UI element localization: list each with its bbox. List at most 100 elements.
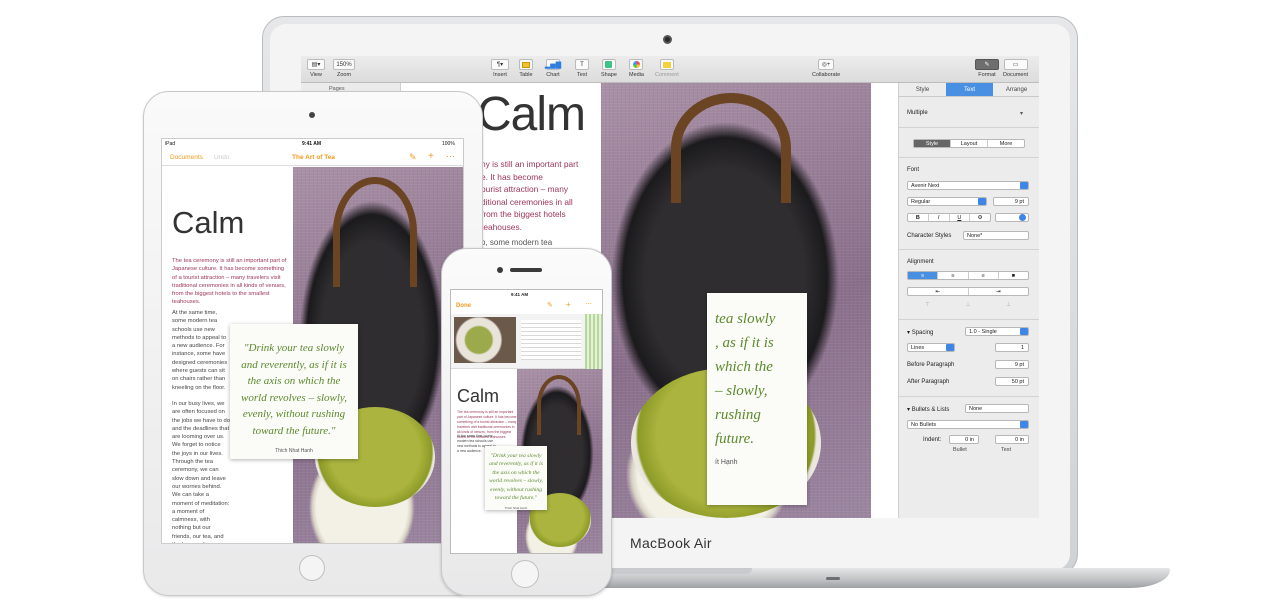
text-button[interactable]: T Text	[575, 59, 589, 78]
vertical-align-buttons: ⊤ ⊥ ⊥	[907, 302, 1029, 311]
bullet-type-select[interactable]: No Bullets	[907, 420, 1029, 429]
alignment-buttons: ≡ ≡ ≡ ■	[907, 271, 1029, 280]
tab-arrange[interactable]: Arrange	[993, 83, 1039, 96]
increase-indent-icon[interactable]: ⇥	[969, 288, 1029, 295]
align-top-icon[interactable]: ⊤	[925, 302, 930, 311]
decrease-indent-icon[interactable]: ⇤	[908, 288, 969, 295]
font-family-select[interactable]: Avenir Next	[907, 181, 1029, 190]
page-preview-strip[interactable]	[451, 314, 602, 369]
ipad-screen: iPad 9:41 AM 100% Documents Undo The Art…	[161, 138, 464, 544]
after-paragraph-stepper[interactable]: 50 pt	[995, 377, 1029, 386]
divider	[899, 249, 1039, 250]
iphone-camera	[497, 267, 503, 273]
font-weight-select[interactable]: Regular	[907, 197, 987, 206]
pull-quote-card[interactable]: "Drink your tea slowly and reverently, a…	[230, 324, 358, 459]
zoom-select[interactable]: 150%	[333, 59, 355, 70]
bullet-indent-stepper[interactable]: 0 in	[949, 435, 979, 444]
more-icon[interactable]: ⋯	[585, 300, 592, 308]
plus-icon[interactable]: +	[428, 151, 434, 162]
intro-paragraph: ny is still an important part e. It has …	[481, 158, 601, 233]
intro-line: teahouses.	[481, 221, 522, 232]
paragraph-style-menu[interactable]: Multiple	[907, 110, 928, 116]
lines-stepper[interactable]: 1	[995, 343, 1029, 352]
lines-select[interactable]: Lines	[907, 343, 955, 352]
iphone-home-button[interactable]	[511, 560, 539, 588]
bullets-select[interactable]: None	[965, 404, 1029, 413]
divider	[899, 319, 1039, 320]
spacing-label[interactable]: ▾ Spacing	[907, 329, 933, 336]
format-button[interactable]: ✎ Format	[975, 59, 999, 78]
font-size-stepper[interactable]: 9 pt	[993, 197, 1029, 206]
lines-value: 1	[1020, 344, 1024, 351]
bullets-label[interactable]: ▾ Bullets & Lists	[907, 406, 949, 413]
underline-button[interactable]: U	[950, 214, 971, 221]
document-button[interactable]: ▭ Document	[1003, 59, 1028, 78]
documents-button[interactable]: Documents	[170, 154, 203, 161]
paragraph-icon: ¶▾	[491, 59, 509, 70]
align-center-icon[interactable]: ≡	[938, 272, 969, 279]
character-styles-label: Character Styles	[907, 233, 952, 239]
align-middle-icon[interactable]: ⊥	[966, 302, 971, 311]
ipad-home-button[interactable]	[299, 555, 325, 581]
font-weight-value: Regular	[911, 198, 931, 205]
spacing-select[interactable]: 1.0 - Single	[965, 327, 1029, 336]
bold-button[interactable]: B	[908, 214, 929, 221]
text-color-well[interactable]	[995, 213, 1029, 222]
media-button[interactable]: Media	[629, 59, 644, 78]
font-size-value: 9 pt	[1014, 198, 1024, 205]
intro-line: from the biggest hotels	[481, 209, 566, 219]
body-paragraph-2: In our busy lives, we are often focused …	[172, 400, 231, 543]
paintbrush-icon[interactable]: ✎	[409, 152, 417, 163]
table-button[interactable]: Table	[519, 59, 533, 78]
comment-button[interactable]: Comment	[655, 59, 679, 78]
tab-style[interactable]: Style	[899, 83, 946, 96]
format-inspector: Style Text Arrange Multiple ▾ Style Layo…	[898, 83, 1039, 518]
view-control[interactable]: ▤▾ View	[307, 59, 325, 78]
intro-paragraph: The tea ceremony is still an important p…	[172, 258, 287, 306]
teapot-handle	[333, 177, 417, 287]
text-caption: Text	[1001, 447, 1012, 453]
gear-icon[interactable]: ⚙	[970, 214, 990, 221]
insert-button[interactable]: ¶▾ Insert	[491, 59, 509, 78]
subtab-layout[interactable]: Layout	[951, 140, 988, 147]
text-indent-stepper[interactable]: 0 in	[995, 435, 1029, 444]
before-paragraph-stepper[interactable]: 9 pt	[995, 360, 1029, 369]
align-left-icon[interactable]: ≡	[908, 272, 939, 279]
tab-text[interactable]: Text	[946, 83, 993, 96]
subtab-style[interactable]: Style	[914, 140, 951, 147]
collaborate-button[interactable]: ◎+ Collaborate	[812, 59, 840, 78]
bullet-caption: Bullet	[953, 447, 967, 453]
shape-icon	[601, 59, 616, 70]
bullets-value: None	[969, 405, 983, 412]
quote-line: , as if it is	[715, 335, 774, 351]
quote-author: Thich Nhat Hanh	[275, 448, 313, 454]
quote-line: future.	[715, 431, 755, 447]
bullet-type-value: No Bullets	[911, 421, 937, 428]
justify-icon[interactable]: ■	[999, 272, 1028, 279]
italic-button[interactable]: I	[929, 214, 950, 221]
chart-button[interactable]: ▂▅▇ Chart	[545, 59, 561, 78]
document-title-nav: The Art of Tea	[292, 154, 335, 161]
undo-button[interactable]: Undo	[214, 154, 230, 161]
subtab-more[interactable]: More	[988, 140, 1024, 147]
quote-text: "Drink your tea slowly and reverently, a…	[489, 453, 543, 502]
align-bottom-icon[interactable]: ⊥	[1006, 302, 1011, 311]
intro-line: e. It has become	[481, 171, 543, 182]
bullets-label-text: Bullets & Lists	[911, 407, 950, 413]
quote-line: which the	[715, 359, 773, 375]
pull-quote-card[interactable]: "Drink your tea slowly and reverently, a…	[485, 446, 547, 510]
ipad-camera	[309, 112, 315, 118]
pull-quote-card[interactable]: tea slowly , as if it is which the – slo…	[707, 293, 807, 505]
ipad-status-bar: iPad 9:41 AM 100%	[162, 139, 463, 149]
done-button[interactable]: Done	[456, 303, 471, 309]
paintbrush-icon: ✎	[975, 59, 999, 70]
shape-button[interactable]: Shape	[601, 59, 617, 78]
plus-icon[interactable]: +	[566, 300, 571, 309]
media-icon	[629, 59, 644, 70]
paintbrush-icon[interactable]: ✎	[547, 301, 553, 309]
more-icon[interactable]: ⋯	[446, 151, 455, 162]
align-right-icon[interactable]: ≡	[969, 272, 999, 279]
character-styles-select[interactable]: None*	[963, 231, 1029, 240]
zoom-control[interactable]: 150% Zoom	[333, 59, 355, 78]
product-composite: MacBook Air ▤▾ View 150% Zoom ¶▾ Insert …	[0, 0, 1280, 610]
